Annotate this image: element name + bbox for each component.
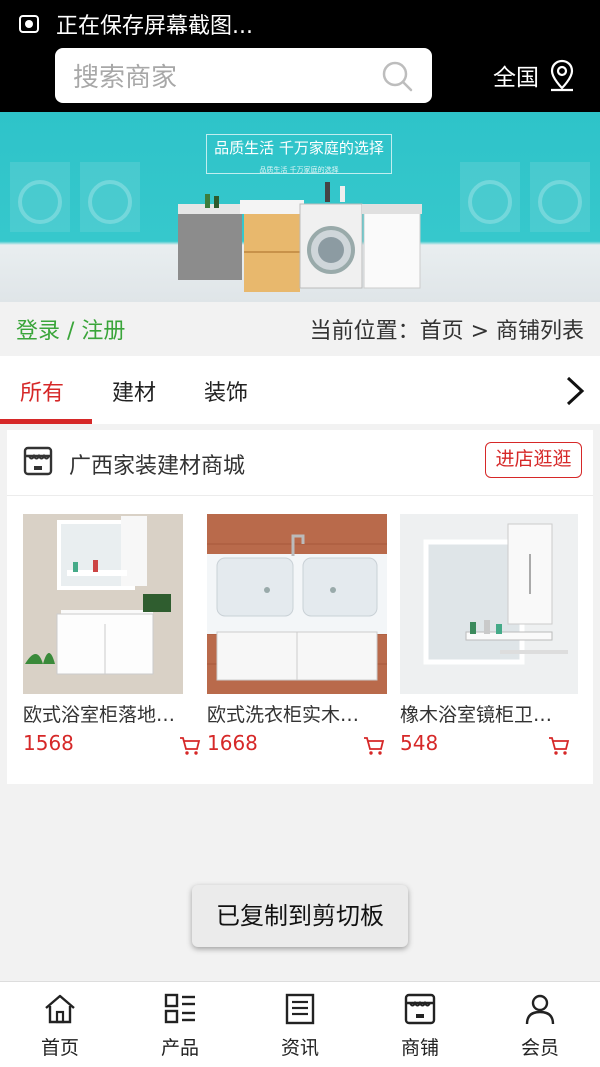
product-image[interactable]: [23, 514, 183, 694]
banner-slogan: 品质生活 千万家庭的选择 品质生活 千万家庭的选择: [206, 134, 392, 174]
login-register-link[interactable]: 登录 / 注册: [16, 313, 125, 345]
tab-building-materials[interactable]: 建材: [112, 375, 156, 407]
product-name[interactable]: 橡木浴室镜柜卫…: [400, 700, 586, 727]
search-input[interactable]: 搜索商家: [55, 57, 380, 94]
cart-icon[interactable]: [548, 736, 570, 756]
user-icon: [525, 994, 555, 1025]
product-name[interactable]: 欧式浴室柜落地…: [23, 700, 209, 727]
product-item[interactable]: 欧式洗衣柜实木… 1668: [207, 514, 393, 755]
product-item[interactable]: 欧式浴室柜落地… 1568: [23, 514, 209, 755]
active-tab-indicator: [0, 419, 92, 424]
product-name[interactable]: 欧式洗衣柜实木…: [207, 700, 393, 727]
news-icon: [285, 993, 315, 1025]
banner-slogan-text: 品质生活 千万家庭的选择: [214, 139, 384, 157]
status-text: 正在保存屏幕截图...: [56, 14, 253, 39]
promo-banner[interactable]: 品质生活 千万家庭的选择 品质生活 千万家庭的选择: [0, 112, 600, 302]
chevron-right-icon[interactable]: [562, 374, 586, 408]
cart-icon[interactable]: [179, 736, 201, 756]
shop-header: 广西家装建材商城 进店逛逛: [7, 430, 593, 496]
shop-card: 广西家装建材商城 进店逛逛 欧式浴室柜落地… 1568 欧式洗衣柜实木… 166…: [7, 430, 593, 784]
status-bar: 正在保存屏幕截图...: [0, 0, 600, 48]
shop-name[interactable]: 广西家装建材商城: [69, 448, 245, 480]
nav-label: 商铺: [400, 1037, 439, 1059]
search-icon[interactable]: [380, 59, 414, 93]
tab-decoration[interactable]: 装饰: [204, 375, 248, 407]
nav-products[interactable]: 产品: [120, 982, 240, 1067]
nav-shops[interactable]: 商铺: [360, 982, 480, 1067]
nav-label: 首页: [40, 1037, 79, 1059]
store-icon: [23, 446, 53, 476]
search-box[interactable]: 搜索商家: [55, 48, 432, 103]
nav-label: 产品: [160, 1037, 199, 1059]
grid-list-icon: [164, 993, 195, 1024]
product-image[interactable]: [207, 514, 387, 694]
breadcrumb: 当前位置：首页 > 商铺列表: [309, 319, 584, 344]
region-selector[interactable]: 全国: [493, 58, 577, 92]
tab-all[interactable]: 所有: [20, 375, 64, 407]
product-image[interactable]: [400, 514, 578, 694]
header: 搜索商家 全国: [0, 48, 600, 112]
product-item[interactable]: 橡木浴室镜柜卫… 548: [400, 514, 586, 755]
nav-news[interactable]: 资讯: [240, 982, 360, 1067]
visit-shop-button[interactable]: 进店逛逛: [485, 442, 582, 478]
banner-slogan-small: 品质生活 千万家庭的选择: [259, 166, 339, 174]
nav-home[interactable]: 首页: [0, 982, 120, 1067]
nav-label: 会员: [520, 1037, 559, 1059]
store-icon: [404, 993, 436, 1025]
home-icon: [45, 994, 75, 1024]
location-pin-icon: [550, 59, 574, 92]
region-label: 全国: [493, 65, 539, 91]
nav-label: 资讯: [280, 1037, 319, 1059]
screenshot-icon: [19, 15, 39, 33]
cart-icon[interactable]: [363, 736, 385, 756]
breadcrumb-row: 登录 / 注册 当前位置：首页 > 商铺列表: [0, 302, 600, 356]
toast-message: 已复制到剪切板: [192, 885, 408, 947]
nav-member[interactable]: 会员: [480, 982, 600, 1067]
bottom-nav: 首页 产品 资讯 商铺 会员: [0, 981, 600, 1067]
category-tabs: 所有 建材 装饰: [0, 356, 600, 424]
